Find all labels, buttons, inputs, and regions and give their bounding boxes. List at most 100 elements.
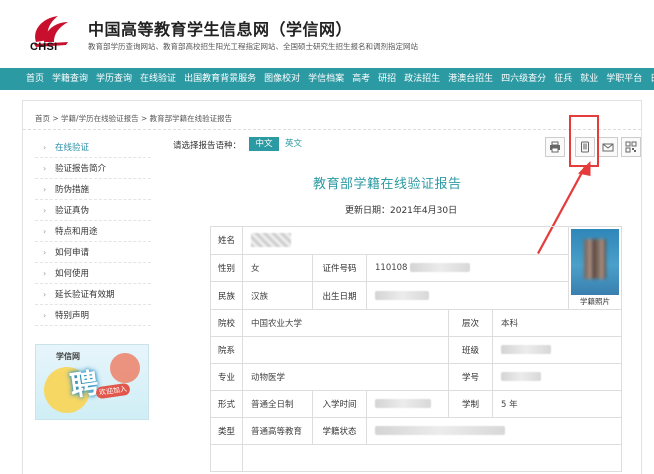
id-prefix: 110108 bbox=[375, 262, 408, 273]
sidebar-item-label: 防伪措施 bbox=[55, 185, 90, 195]
enroll-value bbox=[366, 390, 449, 418]
sidebar-item[interactable]: › 在线验证 bbox=[35, 137, 151, 158]
birth-value bbox=[365, 281, 570, 310]
school-label: 院校 bbox=[210, 309, 243, 337]
nav-item[interactable]: 征兵 bbox=[550, 68, 576, 90]
chevron-right-icon: › bbox=[43, 290, 47, 299]
sidebar-item[interactable]: › 验证真伪 bbox=[35, 200, 151, 221]
gender-label: 性别 bbox=[210, 253, 243, 283]
qrcode-button[interactable] bbox=[621, 137, 641, 157]
site-subtitle: 教育部学历查询网站、教育部高校招生阳光工程指定网站、全国硕士研究生招生报名和调剂… bbox=[88, 42, 418, 51]
sidebar-item-label: 延长验证有效期 bbox=[55, 290, 115, 300]
nav-item[interactable]: 四六级查分 bbox=[497, 68, 550, 90]
dept-label: 院系 bbox=[210, 336, 243, 364]
nav-item[interactable]: 日本频道 bbox=[646, 68, 654, 90]
print-button[interactable] bbox=[545, 137, 565, 157]
student-info-table: 姓名 学籍照片 性别 女 证件号码 110108 民族 汉族 出生日期 院校 中… bbox=[210, 226, 623, 472]
banner-circle bbox=[110, 353, 140, 383]
language-english-link[interactable]: 英文 bbox=[285, 137, 302, 151]
sidebar-item[interactable]: › 特点和用途 bbox=[35, 221, 151, 242]
status-label: 学籍状态 bbox=[312, 417, 367, 445]
dept-value bbox=[242, 336, 449, 364]
id-value: 110108 bbox=[365, 253, 570, 283]
qrcode-icon bbox=[625, 141, 637, 153]
content-frame: 首页 > 学籍/学历在线验证报告 > 教育部学籍在线验证报告 › 在线验证 › 验证报… bbox=[22, 100, 642, 474]
nav-item[interactable]: 学职平台 bbox=[602, 68, 646, 90]
nav-item[interactable]: 图像校对 bbox=[260, 68, 304, 90]
nav-item[interactable]: 港澳台招生 bbox=[444, 68, 497, 90]
nav-item[interactable]: 研招 bbox=[374, 68, 400, 90]
sidebar-item-label: 如何使用 bbox=[55, 269, 90, 279]
photo-cell: 学籍照片 bbox=[568, 226, 623, 310]
nav-item[interactable]: 学籍查询 bbox=[48, 68, 92, 90]
language-chinese-button[interactable]: 中文 bbox=[249, 137, 279, 151]
nav-item[interactable]: 就业 bbox=[576, 68, 602, 90]
redacted-face bbox=[584, 239, 607, 279]
language-label: 请选择报告语种： bbox=[173, 141, 242, 151]
chevron-right-icon: › bbox=[43, 206, 47, 215]
birth-label: 出生日期 bbox=[312, 281, 367, 310]
ethnicity-value: 汉族 bbox=[242, 281, 313, 310]
gender-value: 女 bbox=[242, 253, 313, 283]
banner-logo: 学信网 bbox=[56, 352, 80, 361]
sidebar-item-label: 验证报告简介 bbox=[55, 164, 107, 174]
redacted-name bbox=[251, 233, 291, 248]
nav-item[interactable]: 学信档案 bbox=[304, 68, 348, 90]
sidebar-item[interactable]: › 特别声明 bbox=[35, 305, 151, 326]
update-date: 更新日期：2021年4月30日 bbox=[345, 206, 458, 216]
sidebar-item[interactable]: › 如何使用 bbox=[35, 263, 151, 284]
student-no-label: 学号 bbox=[448, 363, 493, 391]
nav-item[interactable]: 政法招生 bbox=[400, 68, 444, 90]
chevron-right-icon: › bbox=[43, 164, 47, 173]
sidebar-item[interactable]: › 延长验证有效期 bbox=[35, 284, 151, 305]
student-no-value bbox=[491, 363, 623, 391]
redacted-enroll bbox=[375, 399, 431, 408]
sidebar-item-label: 验证真伪 bbox=[55, 206, 90, 216]
student-photo bbox=[571, 229, 620, 295]
type-label: 类型 bbox=[210, 417, 243, 445]
nav-item[interactable]: 学历查询 bbox=[92, 68, 136, 90]
site-header: CHSI 中国高等教育学生信息网（学信网） 教育部学历查询网站、教育部高校招生阳… bbox=[0, 0, 654, 64]
sidebar: › 在线验证 › 验证报告简介 › 防伪措施 › 验证真伪 › 特点和用途 › 如何申请 › 如何使用 › 延… bbox=[35, 137, 151, 326]
extra-label bbox=[210, 444, 243, 472]
type-value: 普通高等教育 bbox=[242, 417, 313, 445]
level-label: 层次 bbox=[448, 309, 493, 337]
chevron-right-icon: › bbox=[43, 143, 47, 152]
duration-label: 学制 bbox=[448, 390, 493, 418]
email-icon bbox=[602, 143, 614, 152]
redacted-id bbox=[410, 262, 471, 272]
sidebar-item-label: 特点和用途 bbox=[55, 227, 98, 237]
major-value: 动物医学 bbox=[242, 363, 449, 391]
sidebar-item[interactable]: › 防伪措施 bbox=[35, 179, 151, 200]
chevron-right-icon: › bbox=[43, 227, 47, 236]
nav-item[interactable]: 出国教育背景服务 bbox=[180, 68, 260, 90]
form-label: 形式 bbox=[210, 390, 243, 418]
class-label: 班级 bbox=[448, 336, 493, 364]
nav-item[interactable]: 高考 bbox=[348, 68, 374, 90]
level-value: 本科 bbox=[491, 309, 623, 337]
photo-caption: 学籍照片 bbox=[580, 297, 611, 306]
banner-tagline: 欢迎加入 bbox=[95, 382, 131, 400]
sidebar-item[interactable]: › 如何申请 bbox=[35, 242, 151, 263]
chevron-right-icon: › bbox=[43, 248, 47, 257]
chevron-right-icon: › bbox=[43, 185, 47, 194]
nav-item[interactable]: 首页 bbox=[22, 68, 48, 90]
redacted-student-no bbox=[501, 372, 541, 381]
banner-headline: 聘 bbox=[68, 366, 101, 403]
form-value: 普通全日制 bbox=[242, 390, 313, 418]
email-button[interactable] bbox=[598, 137, 618, 157]
logo-text: CHSI bbox=[30, 41, 58, 53]
highlight-box bbox=[569, 115, 599, 167]
major-label: 专业 bbox=[210, 363, 243, 391]
chevron-right-icon: › bbox=[43, 269, 47, 278]
sidebar-item-label: 在线验证 bbox=[55, 143, 90, 153]
redacted-class bbox=[501, 345, 551, 354]
print-icon bbox=[550, 141, 560, 153]
site-title: 中国高等教育学生信息网（学信网） bbox=[88, 20, 353, 39]
sidebar-item[interactable]: › 验证报告简介 bbox=[35, 158, 151, 179]
class-value bbox=[491, 336, 623, 364]
name-label: 姓名 bbox=[210, 226, 243, 255]
nav-item[interactable]: 在线验证 bbox=[136, 68, 180, 90]
breadcrumb[interactable]: 首页 > 学籍/学历在线验证报告 > 教育部学籍在线验证报告 bbox=[35, 113, 232, 124]
recruit-banner[interactable]: 学信网 聘 欢迎加入 bbox=[35, 344, 149, 420]
